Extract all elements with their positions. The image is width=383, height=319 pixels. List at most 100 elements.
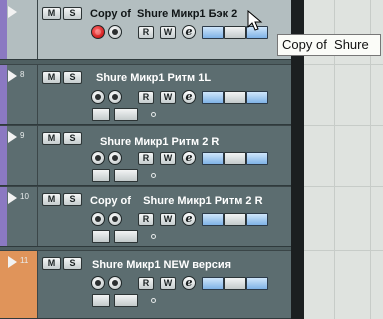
speaker-icon [112,280,118,286]
track-name[interactable]: Shure Микр1 Ритм 1L [96,72,211,84]
record-icon [95,280,101,286]
insert-state-button[interactable] [224,277,246,290]
sends-button[interactable] [246,91,268,104]
expand-triangle-icon[interactable] [8,256,17,268]
sends-button[interactable] [246,213,268,226]
write-automation-button[interactable]: W [160,213,176,226]
write-automation-button[interactable]: W [160,91,176,104]
grid-line [304,64,383,65]
timebase-clock-icon[interactable] [92,230,110,243]
track-list: M S Copy of Shure Микр1 Бэк 2 R W e 8 M … [0,0,291,319]
speaker-icon [112,29,118,35]
record-enable-button[interactable] [91,276,105,290]
edit-channel-icon[interactable]: e [182,25,196,39]
record-enable-button[interactable] [91,212,105,226]
tooltip: Copy of Shure [277,34,381,56]
read-automation-button[interactable]: R [138,152,154,165]
edit-channel-icon[interactable]: e [182,276,196,290]
edit-channel-icon[interactable]: e [182,212,196,226]
grid-line [304,186,383,187]
lanes-button[interactable] [202,152,224,165]
read-automation-button[interactable]: R [138,277,154,290]
mouse-cursor-icon [247,10,263,31]
track-name[interactable]: Shure Микр1 Ритм 2 R [100,136,219,148]
insert-state-button[interactable] [224,91,246,104]
solo-button[interactable]: S [63,132,82,145]
monitor-button[interactable] [108,25,122,39]
insert-state-button[interactable] [224,213,246,226]
insert-state-button[interactable] [224,26,246,39]
timebase-clock-icon[interactable] [92,108,110,121]
expand-triangle-icon[interactable] [8,131,17,143]
solo-button[interactable]: S [63,257,82,270]
write-automation-button[interactable]: W [160,277,176,290]
mute-button[interactable]: M [42,132,61,145]
record-enable-button[interactable] [91,151,105,165]
track-name[interactable]: Shure Микр1 NEW версия [92,259,231,271]
track-number: 9 [20,131,25,140]
track-color-strip [0,0,7,59]
edit-channel-icon[interactable]: e [182,151,196,165]
lanes-button[interactable] [202,26,224,39]
indicator-dot [151,234,156,239]
lane-display-icon[interactable] [114,108,138,121]
track-number: 11 [20,256,29,265]
separator [37,65,38,124]
separator [37,126,38,185]
mute-button[interactable]: M [42,193,61,206]
timebase-clock-icon[interactable] [92,169,110,182]
solo-button[interactable]: S [63,71,82,84]
indicator-dot [151,173,156,178]
lanes-button[interactable] [202,277,224,290]
solo-button[interactable]: S [63,193,82,206]
track-color-strip [0,65,7,124]
grid-line [304,250,383,251]
track-row[interactable]: 11 M S Shure Микр1 NEW версия R W e [0,250,291,319]
sends-button[interactable] [246,152,268,165]
track-row[interactable]: 8 M S Shure Микр1 Ритм 1L R W e [0,64,291,125]
edit-channel-icon[interactable]: e [182,90,196,104]
record-enable-button[interactable] [91,90,105,104]
speaker-icon [112,155,118,161]
expand-triangle-icon[interactable] [8,70,17,82]
track-color-strip [0,126,7,185]
read-automation-button[interactable]: R [138,213,154,226]
grid-line [304,125,383,126]
write-automation-button[interactable]: W [160,152,176,165]
record-enable-button[interactable] [91,25,105,39]
speaker-icon [112,94,118,100]
speaker-icon [112,216,118,222]
lanes-button[interactable] [202,91,224,104]
read-automation-button[interactable]: R [138,26,154,39]
lane-display-icon[interactable] [114,294,138,307]
track-number: 8 [20,70,25,79]
mute-button[interactable]: M [42,257,61,270]
solo-button[interactable]: S [63,7,82,20]
track-number: 10 [20,192,29,201]
expand-triangle-icon[interactable] [8,192,17,204]
track-name[interactable]: Copy of Shure Микр1 Ритм 2 R [90,195,263,207]
mute-button[interactable]: M [42,71,61,84]
monitor-button[interactable] [108,90,122,104]
track-row[interactable]: 9 M S Shure Микр1 Ритм 2 R R W e [0,125,291,186]
monitor-button[interactable] [108,276,122,290]
lane-display-icon[interactable] [114,230,138,243]
track-row[interactable]: 10 M S Copy of Shure Микр1 Ритм 2 R R W … [0,186,291,247]
track-name[interactable]: Copy of Shure Микр1 Бэк 2 [90,8,237,20]
timebase-clock-icon[interactable] [92,294,110,307]
write-automation-button[interactable]: W [160,26,176,39]
sends-button[interactable] [246,277,268,290]
monitor-button[interactable] [108,212,122,226]
record-icon [95,155,101,161]
expand-triangle-icon[interactable] [8,6,17,18]
lane-display-icon[interactable] [114,169,138,182]
track-color-strip [0,187,7,246]
lanes-button[interactable] [202,213,224,226]
insert-state-button[interactable] [224,152,246,165]
mute-button[interactable]: M [42,7,61,20]
monitor-button[interactable] [108,151,122,165]
read-automation-button[interactable]: R [138,91,154,104]
record-icon [95,94,101,100]
separator [37,251,38,318]
separator [37,187,38,246]
